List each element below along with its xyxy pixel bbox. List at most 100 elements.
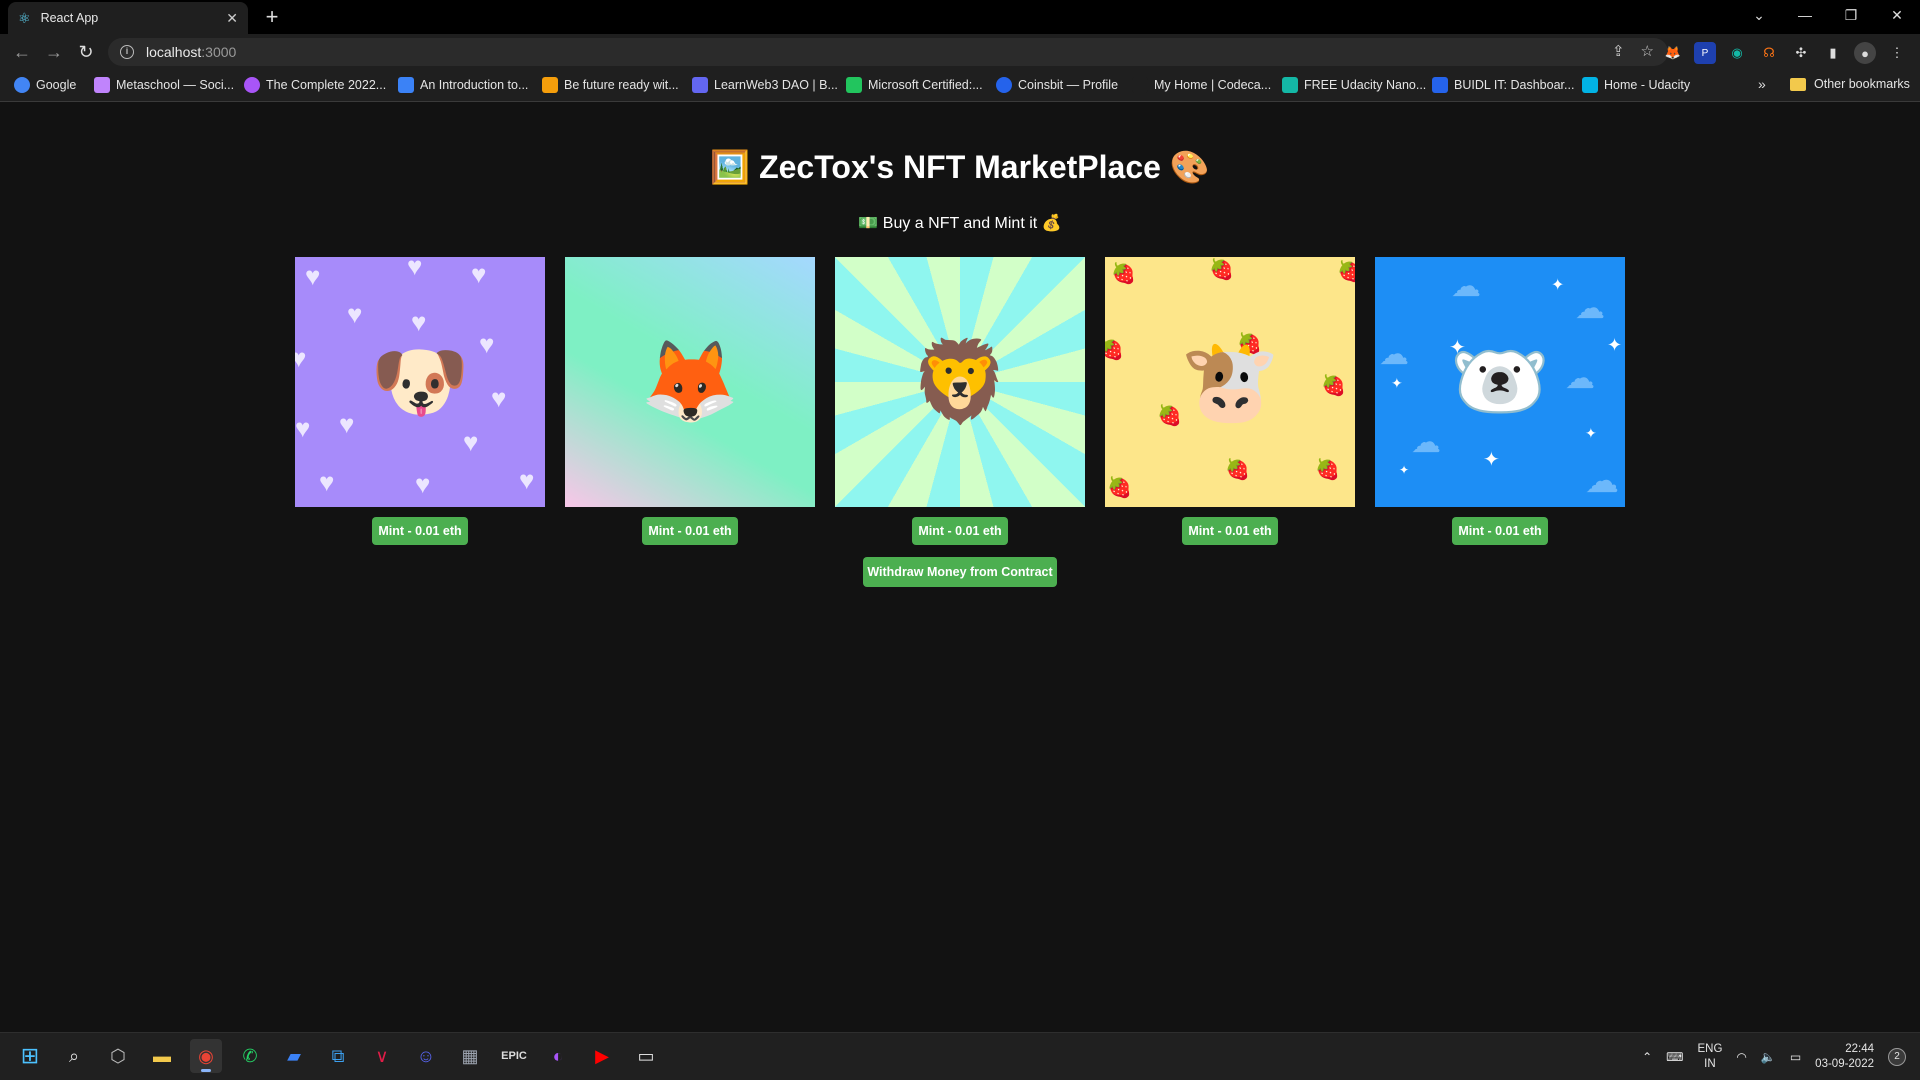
new-tab-icon[interactable]: + — [260, 4, 284, 30]
restore-icon[interactable]: ❐ — [1828, 0, 1874, 30]
search-icon[interactable]: ⌕ — [58, 1039, 90, 1073]
bookmark-item[interactable]: LearnWeb3 DAO | B... — [692, 77, 838, 93]
nft-image-lion: 🦁 — [835, 257, 1085, 507]
side-panel-icon[interactable]: ▮ — [1822, 42, 1844, 64]
epic-games-icon[interactable]: EPIC — [498, 1039, 530, 1073]
dog-icon: 🐶 — [370, 337, 470, 426]
windows-start-icon[interactable]: ⊞ — [14, 1039, 46, 1073]
page-title: 🖼️ ZecTox's NFT MarketPlace 🎨 — [710, 149, 1210, 185]
menu-dots-icon[interactable]: ⋮ — [1886, 42, 1908, 64]
profile-avatar[interactable]: ● — [1854, 42, 1876, 64]
cow-icon: 🐮 — [1180, 337, 1280, 426]
nft-card: 🍓 🍓 🍓 🍓 🍓 🍓 🍓 🍓 🍓 🍓 🐮 Mint - 0.01 eth — [1105, 257, 1355, 545]
mint-button[interactable]: Mint - 0.01 eth — [912, 517, 1008, 545]
url-host: localhost — [146, 44, 202, 60]
mint-button[interactable]: Mint - 0.01 eth — [642, 517, 738, 545]
tab-search-icon[interactable]: ⌄ — [1736, 0, 1782, 30]
mint-button[interactable]: Mint - 0.01 eth — [1452, 517, 1548, 545]
app-v-icon[interactable]: ∨ — [366, 1039, 398, 1073]
language-indicator[interactable]: ENG IN — [1697, 1042, 1722, 1072]
bookmark-item[interactable]: FREE Udacity Nano... — [1282, 77, 1426, 93]
chrome-icon[interactable]: ◉ — [190, 1039, 222, 1073]
nft-card: 🦁 Mint - 0.01 eth — [835, 257, 1085, 545]
tab-react-app[interactable]: ⚛ React App ✕ — [8, 2, 248, 34]
file-explorer-icon[interactable]: ▬ — [146, 1039, 178, 1073]
bookmark-item[interactable]: Metaschool — Soci... — [94, 77, 234, 93]
future-icon — [542, 77, 558, 93]
notification-badge[interactable]: 2 — [1888, 1048, 1906, 1066]
whatsapp-icon[interactable]: ✆ — [234, 1039, 266, 1073]
microsoft-icon — [846, 77, 862, 93]
chevron-up-icon[interactable]: ⌃ — [1642, 1050, 1652, 1064]
bookmark-item[interactable]: The Complete 2022... — [244, 77, 386, 93]
page-content: 🖼️ ZecTox's NFT MarketPlace 🎨 💵 Buy a NF… — [0, 103, 1920, 1025]
bookmark-item[interactable]: My Home | Codeca... — [1132, 77, 1271, 93]
forward-icon[interactable]: → — [42, 40, 66, 64]
close-tab-icon[interactable]: ✕ — [226, 10, 238, 27]
polar-bear-icon: 🐻‍❄️ — [1450, 337, 1550, 426]
other-bookmarks[interactable]: Other bookmarks — [1790, 77, 1910, 91]
close-window-icon[interactable]: ✕ — [1874, 0, 1920, 30]
metaschool-icon — [94, 77, 110, 93]
youtube-icon[interactable]: ▶ — [586, 1039, 618, 1073]
reload-icon[interactable]: ↻ — [74, 40, 98, 64]
extension-ring-icon[interactable]: ◉ — [1726, 42, 1748, 64]
withdraw-button[interactable]: Withdraw Money from Contract — [863, 557, 1057, 587]
nft-card: ♥ ♥ ♥ ♥ ♥ ♥ ♥ ♥ ♥ ♥ ♥ ♥ ♥ ♥ 🐶 Mint - 0.0… — [295, 257, 545, 545]
mint-button[interactable]: Mint - 0.01 eth — [372, 517, 468, 545]
bookmark-item[interactable]: BUIDL IT: Dashboar... — [1432, 77, 1574, 93]
bookmark-item[interactable]: An Introduction to... — [398, 77, 528, 93]
extensions-area: 🦊 P ◉ ☊ ✣ ▮ ● ⋮ — [1662, 42, 1908, 64]
nft-card: 🦊 Mint - 0.01 eth — [565, 257, 815, 545]
nft-grid: ♥ ♥ ♥ ♥ ♥ ♥ ♥ ♥ ♥ ♥ ♥ ♥ ♥ ♥ 🐶 Mint - 0.0… — [295, 257, 1625, 567]
nft-image-polar-bear: ☁ ☁ ☁ ☁ ☁ ☁ ✦ ✦ ✦ ✦ ✦ ✦ ✦ 🐻‍❄️ — [1375, 257, 1625, 507]
more-bookmarks-icon[interactable]: » — [1758, 76, 1766, 92]
system-tray: ⌃ ⌨ ENG IN ◠ 🔈 ▭ 22:44 03-09-2022 2 — [1642, 1039, 1906, 1075]
puzzle-icon[interactable]: ✣ — [1790, 42, 1812, 64]
url-port: :3000 — [201, 44, 237, 60]
lion-icon: 🦁 — [910, 337, 1010, 426]
browser-toolbar: ← → ↻ i localhost:3000 ⇪ ☆ 🦊 P ◉ ☊ ✣ ▮ ●… — [0, 34, 1920, 70]
keyboard-icon[interactable]: ⌨ — [1666, 1050, 1683, 1064]
minimize-icon[interactable]: — — [1782, 0, 1828, 30]
metamask-icon[interactable]: 🦊 — [1662, 42, 1684, 64]
bookmark-item[interactable]: Google — [14, 77, 76, 93]
site-info-icon[interactable]: i — [120, 45, 134, 59]
coinsbit-icon — [996, 77, 1012, 93]
unity-icon[interactable]: ⬡ — [102, 1039, 134, 1073]
photos-icon[interactable]: ▦ — [454, 1039, 486, 1073]
back-icon[interactable]: ← — [10, 40, 34, 64]
bookmark-item[interactable]: Home - Udacity — [1582, 77, 1690, 93]
battery-icon[interactable]: ▭ — [1790, 1050, 1801, 1064]
buidl-icon — [1432, 77, 1448, 93]
wifi-icon[interactable]: ◠ — [1736, 1050, 1746, 1064]
nft-card: ☁ ☁ ☁ ☁ ☁ ☁ ✦ ✦ ✦ ✦ ✦ ✦ ✦ 🐻‍❄️ Mint - 0.… — [1375, 257, 1625, 545]
bookmark-item[interactable]: Coinsbit — Profile — [996, 77, 1118, 93]
extension-headset-icon[interactable]: ☊ — [1758, 42, 1780, 64]
vscode-icon[interactable]: ⧉ — [322, 1039, 354, 1073]
nft-image-dog: ♥ ♥ ♥ ♥ ♥ ♥ ♥ ♥ ♥ ♥ ♥ ♥ ♥ ♥ 🐶 — [295, 257, 545, 507]
udacity-icon — [1582, 77, 1598, 93]
taskbar-apps: ⊞ ⌕ ⬡ ▬ ◉ ✆ ▰ ⧉ ∨ ☺ ▦ EPIC ◐ ▶ ▭ — [14, 1039, 662, 1073]
tab-strip: ⚛ React App ✕ + ⌄ — ❐ ✕ — [0, 0, 1920, 34]
extension-p-icon[interactable]: P — [1694, 42, 1716, 64]
bookmark-item[interactable]: Be future ready wit... — [542, 77, 679, 93]
discord-icon[interactable]: ☺ — [410, 1039, 442, 1073]
mint-button[interactable]: Mint - 0.01 eth — [1182, 517, 1278, 545]
udacity-nano-icon — [1282, 77, 1298, 93]
bookmark-star-icon[interactable]: ☆ — [1641, 42, 1654, 60]
bookmark-item[interactable]: Microsoft Certified:... — [846, 77, 983, 93]
fox-icon: 🦊 — [640, 337, 740, 426]
share-icon[interactable]: ⇪ — [1612, 42, 1625, 60]
intro-icon — [398, 77, 414, 93]
codecademy-icon — [1132, 77, 1148, 93]
page-subtitle: 💵 Buy a NFT and Mint it 💰 — [858, 215, 1062, 232]
terminal-icon[interactable]: ▭ — [630, 1039, 662, 1073]
clock[interactable]: 22:44 03-09-2022 — [1815, 1042, 1874, 1072]
volume-icon[interactable]: 🔈 — [1761, 1050, 1776, 1064]
azure-icon[interactable]: ▰ — [278, 1039, 310, 1073]
podcast-icon[interactable]: ◐ — [542, 1039, 574, 1073]
course-icon — [244, 77, 260, 93]
taskbar: ⊞ ⌕ ⬡ ▬ ◉ ✆ ▰ ⧉ ∨ ☺ ▦ EPIC ◐ ▶ ▭ ⌃ ⌨ ENG… — [0, 1032, 1920, 1080]
address-bar[interactable]: i localhost:3000 ⇪ ☆ — [108, 38, 1668, 66]
